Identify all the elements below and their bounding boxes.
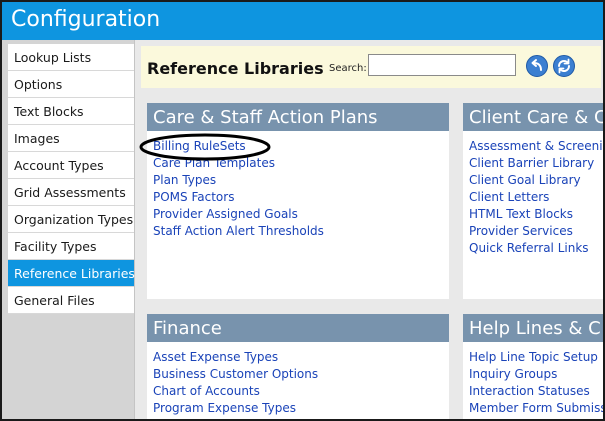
sidebar-item-label: Reference Libraries: [14, 266, 135, 281]
page-title: Reference Libraries: [147, 59, 324, 78]
link-member-form-submissions[interactable]: Member Form Submiss: [469, 401, 603, 415]
sidebar-item-account-types[interactable]: Account Types: [8, 152, 134, 179]
sidebar-item-facility-types[interactable]: Facility Types: [8, 233, 134, 260]
sidebar-item-organization-types[interactable]: Organization Types: [8, 206, 134, 233]
link-care-plan-templates[interactable]: Care Plan Templates: [153, 156, 275, 170]
panel-client-care: Client Care & C Assessment & Screening C…: [463, 103, 605, 299]
reference-header: Reference Libraries Search:: [141, 46, 601, 88]
list-item: Interaction Statuses: [469, 383, 603, 400]
list-item: Client Barrier Library: [469, 155, 603, 172]
link-chart-of-accounts[interactable]: Chart of Accounts: [153, 384, 260, 398]
window-title: Configuration: [11, 7, 161, 32]
panel-header: Finance: [147, 314, 449, 342]
list-item: Staff Action Alert Thresholds: [153, 223, 324, 240]
panel-header: Care & Staff Action Plans: [147, 103, 449, 131]
sidebar-item-label: Account Types: [14, 158, 104, 173]
link-asset-expense-types[interactable]: Asset Expense Types: [153, 350, 278, 364]
link-inquiry-groups[interactable]: Inquiry Groups: [469, 367, 557, 381]
list-item: Plan Types: [153, 172, 324, 189]
link-provider-services[interactable]: Provider Services: [469, 224, 573, 238]
search-label: Search:: [329, 63, 367, 74]
panel-header: Client Care & C: [463, 103, 605, 131]
sidebar-item-label: Organization Types: [14, 212, 134, 227]
sidebar-item-text-blocks[interactable]: Text Blocks: [8, 98, 134, 125]
sidebar-item-reference-libraries[interactable]: Reference Libraries: [8, 260, 135, 287]
sidebar-item-label: General Files: [14, 293, 95, 308]
panel-care-staff-action-plans: Care & Staff Action Plans Billing RuleSe…: [147, 103, 449, 299]
sidebar-item-label: Lookup Lists: [14, 50, 92, 65]
link-billing-rulesets[interactable]: Billing RuleSets: [153, 139, 246, 153]
sidebar-list: Lookup Lists Options Text Blocks Images …: [2, 44, 135, 314]
sidebar-item-general-files[interactable]: General Files: [8, 287, 134, 314]
sidebar-item-options[interactable]: Options: [8, 71, 134, 98]
link-plan-types[interactable]: Plan Types: [153, 173, 216, 187]
list-item: Member Form Submiss: [469, 400, 603, 417]
list-item: Inquiry Groups: [469, 366, 603, 383]
sidebar-item-label: Text Blocks: [14, 104, 84, 119]
sidebar-item-label: Grid Assessments: [14, 185, 126, 200]
link-provider-assigned-goals[interactable]: Provider Assigned Goals: [153, 207, 298, 221]
link-help-line-topic-setup[interactable]: Help Line Topic Setup: [469, 350, 598, 364]
list-item: Billing RuleSets: [153, 138, 324, 155]
sidebar-item-label: Options: [14, 77, 63, 92]
panel-title: Care & Staff Action Plans: [153, 107, 378, 128]
link-list: Billing RuleSets Care Plan Templates Pla…: [153, 138, 324, 240]
link-assessment-screening[interactable]: Assessment & Screening: [469, 139, 603, 153]
list-item: Assessment & Screening: [469, 138, 603, 155]
sidebar-item-grid-assessments[interactable]: Grid Assessments: [8, 179, 134, 206]
list-item: Asset Expense Types: [153, 349, 318, 366]
title-bar: Configuration: [2, 2, 603, 40]
sidebar-item-label: Facility Types: [14, 239, 97, 254]
back-button[interactable]: [526, 55, 548, 77]
list-item: Provider Assigned Goals: [153, 206, 324, 223]
panel-title: Client Care & C: [469, 107, 605, 128]
list-item: Business Customer Options: [153, 366, 318, 383]
link-quick-referral-links[interactable]: Quick Referral Links: [469, 241, 589, 255]
link-client-letters[interactable]: Client Letters: [469, 190, 549, 204]
panel-finance: Finance Asset Expense Types Business Cus…: [147, 314, 449, 419]
refresh-button[interactable]: [553, 55, 575, 77]
search-input[interactable]: [368, 54, 516, 76]
sidebar-item-images[interactable]: Images: [8, 125, 134, 152]
list-item: Client Letters: [469, 189, 603, 206]
list-item: Help Line Topic Setup: [469, 349, 603, 366]
panel-title: Finance: [153, 318, 222, 339]
sidebar: Lookup Lists Options Text Blocks Images …: [2, 40, 135, 419]
link-list: Asset Expense Types Business Customer Op…: [153, 349, 318, 417]
panel-title: Help Lines & C: [469, 318, 601, 339]
undo-arrow-icon: [531, 59, 542, 71]
link-client-barrier-library[interactable]: Client Barrier Library: [469, 156, 594, 170]
list-item: Provider Services: [469, 223, 603, 240]
link-list: Help Line Topic Setup Inquiry Groups Int…: [469, 349, 603, 417]
list-item: POMS Factors: [153, 189, 324, 206]
sidebar-item-label: Images: [14, 131, 60, 146]
panel-help-lines: Help Lines & C Help Line Topic Setup Inq…: [463, 314, 603, 419]
link-program-expense-types[interactable]: Program Expense Types: [153, 401, 296, 415]
main-content: Reference Libraries Search: Care & Staff…: [135, 40, 605, 419]
list-item: HTML Text Blocks: [469, 206, 603, 223]
list-item: Care Plan Templates: [153, 155, 324, 172]
link-staff-action-alert-thresholds[interactable]: Staff Action Alert Thresholds: [153, 224, 324, 238]
link-business-customer-options[interactable]: Business Customer Options: [153, 367, 318, 381]
panel-header: Help Lines & C: [463, 314, 603, 342]
refresh-icon: [558, 58, 570, 74]
app-window: Configuration Lookup Lists Options Text …: [0, 0, 605, 421]
list-item: Client Goal Library: [469, 172, 603, 189]
list-item: Chart of Accounts: [153, 383, 318, 400]
list-item: Quick Referral Links: [469, 240, 603, 257]
link-client-goal-library[interactable]: Client Goal Library: [469, 173, 581, 187]
list-item: Program Expense Types: [153, 400, 318, 417]
link-poms-factors[interactable]: POMS Factors: [153, 190, 234, 204]
link-html-text-blocks[interactable]: HTML Text Blocks: [469, 207, 573, 221]
sidebar-item-lookup-lists[interactable]: Lookup Lists: [8, 44, 134, 71]
link-list: Assessment & Screening Client Barrier Li…: [469, 138, 603, 257]
link-interaction-statuses[interactable]: Interaction Statuses: [469, 384, 590, 398]
